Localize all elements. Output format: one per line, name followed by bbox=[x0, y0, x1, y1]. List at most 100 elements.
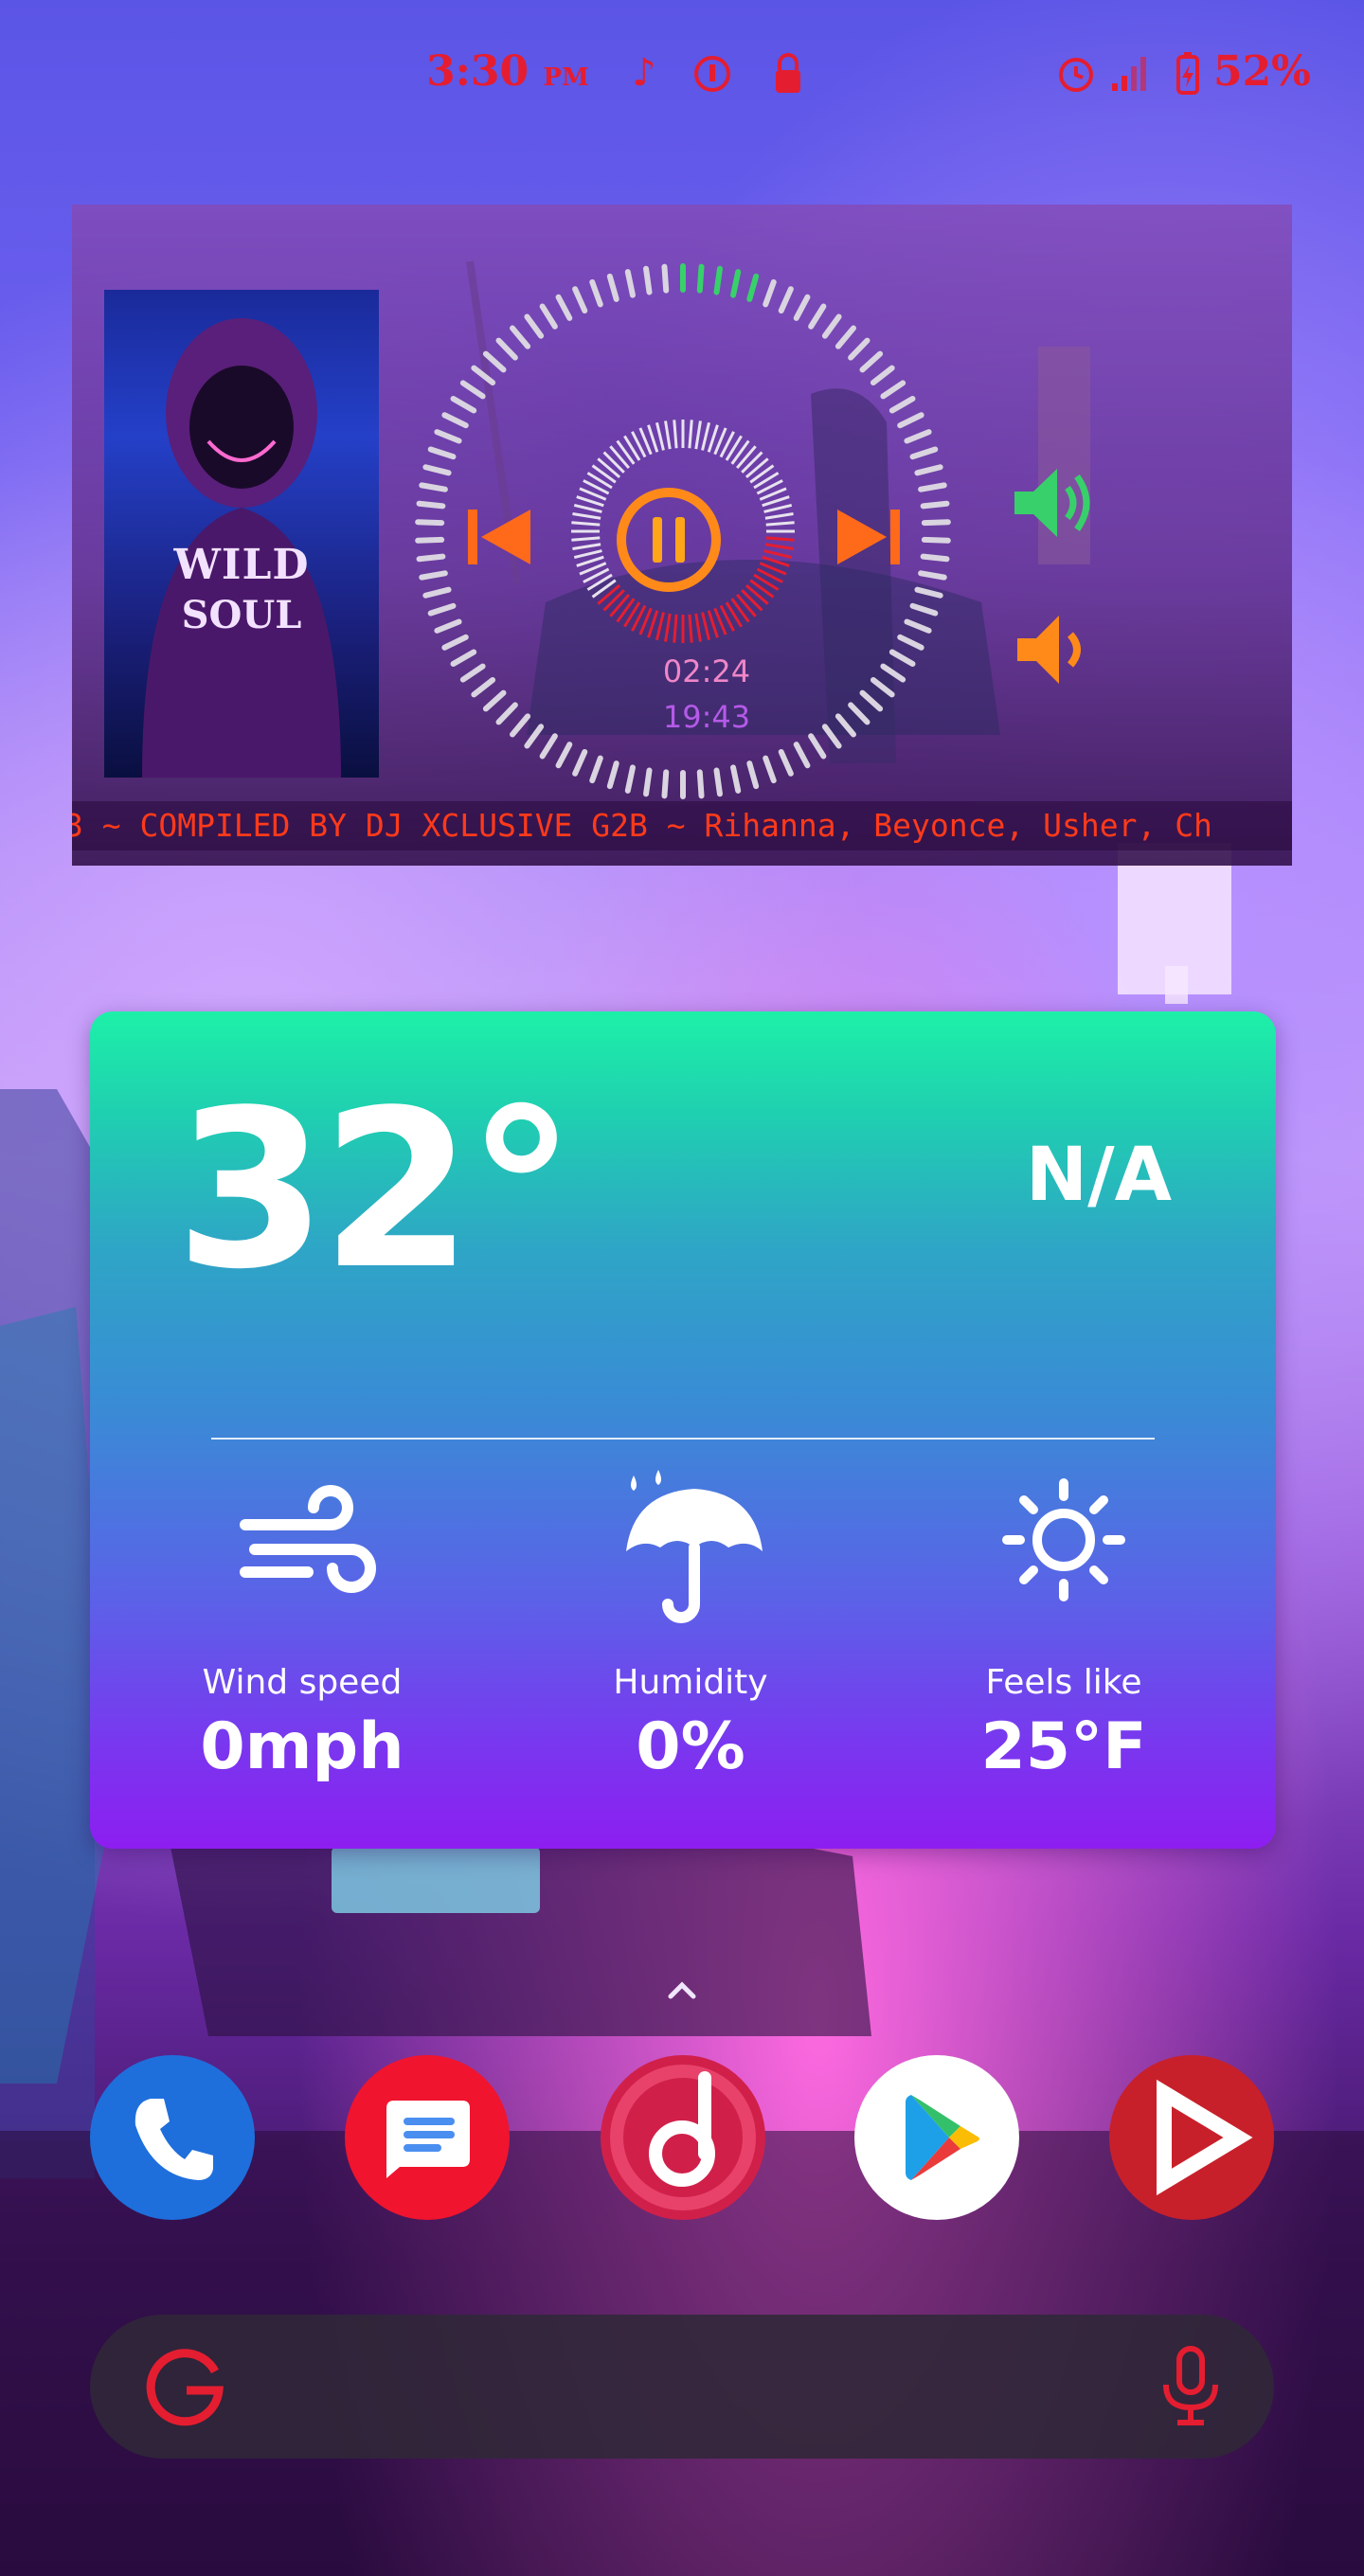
now-playing-marquee: 3 ~ COMPILED BY DJ XCLUSIVE G2B ~ Rihann… bbox=[72, 801, 1292, 850]
volume-tick bbox=[749, 464, 775, 484]
progress-tick bbox=[888, 396, 916, 414]
volume-tick bbox=[673, 614, 678, 643]
dock-app-music[interactable] bbox=[601, 2055, 765, 2220]
circle-info-icon bbox=[694, 56, 730, 92]
progress-tick bbox=[589, 278, 603, 308]
humidity-stat: Humidity 0% bbox=[520, 1466, 861, 1784]
album-art[interactable]: WILD SOUL bbox=[104, 290, 379, 778]
progress-tick bbox=[482, 689, 507, 712]
progress-tick bbox=[859, 350, 884, 373]
dock-app-video[interactable] bbox=[1109, 2055, 1274, 2220]
stat-value: 0mph bbox=[200, 1709, 404, 1784]
progress-tick bbox=[848, 337, 870, 361]
volume-tick bbox=[736, 593, 757, 617]
volume-tick bbox=[763, 549, 793, 560]
progress-tick bbox=[643, 265, 653, 295]
volume-tick bbox=[730, 598, 750, 623]
progress-tick bbox=[434, 618, 462, 634]
music-note-icon: ♪ bbox=[632, 51, 656, 95]
weather-widget[interactable]: 32° N/A Wind speed 0mph Humidity 0% Feel… bbox=[90, 1011, 1276, 1849]
progress-tick bbox=[524, 313, 545, 339]
progress-tick bbox=[555, 294, 573, 321]
progress-tick bbox=[921, 536, 951, 544]
phone-icon bbox=[90, 2055, 255, 2220]
volume-tick bbox=[741, 451, 763, 474]
progress-tick bbox=[921, 519, 951, 527]
volume-tick bbox=[572, 512, 601, 520]
album-text-line2: SOUL bbox=[181, 593, 302, 637]
progress-tick bbox=[746, 273, 760, 302]
progress-tick bbox=[555, 742, 573, 769]
progress-tick bbox=[416, 500, 446, 510]
google-search-bar[interactable]: G bbox=[90, 2315, 1274, 2459]
progress-tick bbox=[539, 303, 558, 330]
divider bbox=[211, 1438, 1155, 1440]
volume-up-icon[interactable] bbox=[1005, 456, 1100, 550]
progress-tick bbox=[918, 570, 947, 581]
progress-tick bbox=[808, 733, 827, 760]
volume-tick bbox=[664, 613, 672, 642]
progress-tick bbox=[778, 286, 794, 314]
progress-tick bbox=[643, 767, 653, 797]
previous-icon[interactable] bbox=[462, 504, 538, 570]
progress-tick bbox=[416, 553, 446, 563]
svg-text:G: G bbox=[135, 2337, 136, 2338]
volume-tick bbox=[597, 457, 621, 478]
progress-tick bbox=[495, 702, 518, 725]
google-g-icon: G bbox=[135, 2337, 224, 2426]
progress-tick bbox=[661, 769, 670, 799]
progress-tick bbox=[441, 412, 469, 429]
pause-icon[interactable] bbox=[612, 483, 726, 597]
lock-icon bbox=[776, 53, 800, 93]
progress-tick bbox=[419, 482, 448, 492]
progress-tick bbox=[606, 273, 619, 302]
progress-tick bbox=[606, 760, 619, 790]
progress-tick bbox=[821, 313, 842, 339]
dock-app-phone[interactable] bbox=[90, 2055, 255, 2220]
progress-tick bbox=[897, 634, 924, 651]
progress-tick bbox=[415, 519, 445, 527]
volume-down-icon[interactable] bbox=[1010, 604, 1095, 694]
progress-tick bbox=[909, 446, 939, 460]
dock-app-play-store[interactable] bbox=[854, 2055, 1019, 2220]
volume-tick bbox=[591, 464, 617, 484]
volume-tick bbox=[616, 439, 636, 465]
progress-tick bbox=[920, 500, 950, 510]
messages-icon bbox=[345, 2055, 510, 2220]
volume-tick bbox=[765, 521, 795, 527]
progress-tick bbox=[427, 602, 457, 617]
progress-tick bbox=[746, 760, 760, 790]
progress-tick bbox=[589, 755, 603, 784]
progress-tick bbox=[870, 365, 895, 386]
progress-tick bbox=[450, 649, 477, 667]
progress-tick bbox=[539, 733, 558, 760]
progress-tick bbox=[427, 446, 457, 460]
microphone-icon[interactable] bbox=[1153, 2343, 1229, 2430]
progress-tick bbox=[422, 464, 452, 476]
progress-tick bbox=[730, 764, 742, 794]
feels-like-stat: Feels like 25°F bbox=[893, 1466, 1234, 1784]
progress-tick bbox=[471, 365, 496, 386]
volume-tick bbox=[571, 536, 601, 542]
next-icon[interactable] bbox=[830, 504, 906, 570]
progress-tick bbox=[904, 429, 932, 444]
total-time: 19:43 bbox=[662, 699, 751, 735]
volume-tick bbox=[736, 445, 757, 470]
volume-tick bbox=[602, 451, 625, 474]
volume-tick bbox=[573, 549, 602, 560]
progress-tick bbox=[419, 570, 448, 581]
progress-tick bbox=[459, 663, 486, 683]
weather-condition: N/A bbox=[1025, 1133, 1172, 1218]
dock-app-messages[interactable] bbox=[345, 2055, 510, 2220]
progress-tick bbox=[870, 676, 895, 698]
progress-tick bbox=[495, 337, 518, 361]
volume-tick bbox=[572, 543, 601, 550]
hooded-figure-image bbox=[142, 318, 341, 778]
chevron-up-icon[interactable] bbox=[663, 1976, 701, 2004]
progress-tick bbox=[471, 676, 496, 698]
music-player-widget[interactable]: WILD SOUL 02:24 19:43 3 ~ COMPILED BY DJ… bbox=[72, 205, 1292, 866]
progress-tick bbox=[880, 663, 906, 683]
signal-icon bbox=[1112, 57, 1146, 91]
progress-tick bbox=[696, 769, 705, 799]
stat-label: Wind speed bbox=[202, 1663, 403, 1702]
